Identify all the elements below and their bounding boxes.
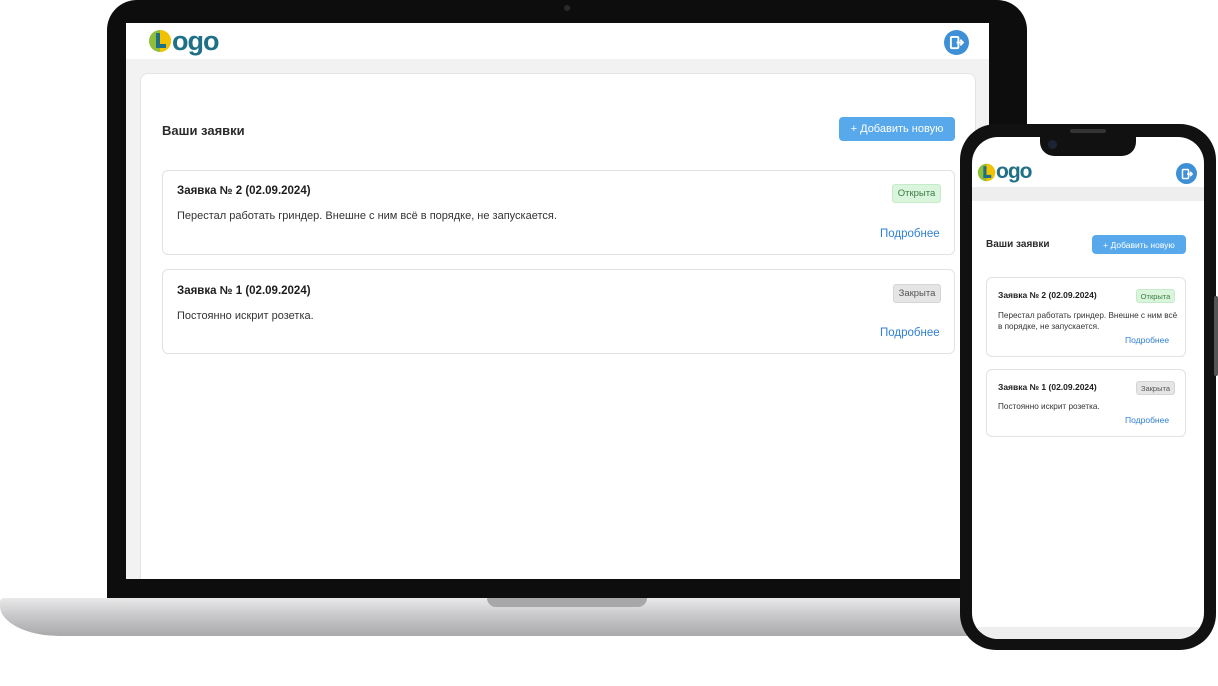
- phone-speaker: [1070, 129, 1106, 133]
- mobile-screen: ogo Ваши заявки + Добавить новую Заявка …: [972, 137, 1204, 639]
- site-header: ogo: [126, 23, 989, 59]
- add-request-button[interactable]: + Добавить новую: [839, 117, 955, 141]
- phone-side-button: [1214, 296, 1218, 376]
- status-badge: Закрыта: [1136, 381, 1175, 395]
- request-title: Заявка № 1 (02.09.2024): [177, 285, 311, 297]
- laptop-camera: [564, 5, 570, 11]
- header-divider: [972, 187, 1204, 201]
- site-logo[interactable]: ogo: [977, 160, 1032, 183]
- laptop-trackpad-notch: [487, 598, 647, 607]
- status-badge: Открыта: [1136, 289, 1175, 303]
- phone-camera: [1048, 140, 1057, 149]
- request-details-link[interactable]: Подробнее: [1125, 415, 1169, 425]
- logout-button[interactable]: [1176, 163, 1197, 184]
- logo-mark-icon: [149, 30, 171, 52]
- desktop-screen: ogo Ваши заявки + Добавить новую Заявка …: [126, 23, 989, 579]
- request-description: Перестал работать гриндер. Внешне с ним …: [998, 311, 1178, 331]
- request-card[interactable]: Заявка № 2 (02.09.2024) Открыта Перестал…: [986, 277, 1186, 357]
- status-badge: Открыта: [892, 184, 941, 203]
- request-details-link[interactable]: Подробнее: [880, 228, 940, 240]
- request-description: Постоянно искрит розетка.: [998, 402, 1100, 411]
- logout-button[interactable]: [944, 30, 969, 55]
- logo-text: ogo: [172, 26, 219, 56]
- site-logo[interactable]: ogo: [148, 26, 219, 56]
- logo-mark-icon: [977, 163, 996, 181]
- logout-icon: [1181, 168, 1193, 179]
- page-title: Ваши заявки: [162, 123, 245, 138]
- request-title: Заявка № 2 (02.09.2024): [177, 185, 311, 197]
- request-card[interactable]: Заявка № 2 (02.09.2024) Открыта Перестал…: [162, 170, 955, 255]
- request-card[interactable]: Заявка № 1 (02.09.2024) Закрыта Постоянн…: [986, 369, 1186, 437]
- logout-icon: [949, 35, 964, 50]
- page-title: Ваши заявки: [986, 239, 1050, 250]
- request-card[interactable]: Заявка № 1 (02.09.2024) Закрыта Постоянн…: [162, 269, 955, 354]
- request-description: Постоянно искрит розетка.: [177, 310, 314, 322]
- bottom-divider: [972, 627, 1204, 639]
- requests-panel: Ваши заявки + Добавить новую Заявка № 2 …: [140, 73, 976, 579]
- logo-text: ogo: [996, 160, 1032, 183]
- request-details-link[interactable]: Подробнее: [1125, 335, 1169, 345]
- request-title: Заявка № 2 (02.09.2024): [998, 290, 1097, 300]
- request-description: Перестал работать гриндер. Внешне с ним …: [177, 210, 557, 222]
- request-details-link[interactable]: Подробнее: [880, 327, 940, 339]
- request-title: Заявка № 1 (02.09.2024): [998, 382, 1097, 392]
- status-badge: Закрыта: [893, 284, 941, 303]
- add-request-button[interactable]: + Добавить новую: [1092, 235, 1186, 254]
